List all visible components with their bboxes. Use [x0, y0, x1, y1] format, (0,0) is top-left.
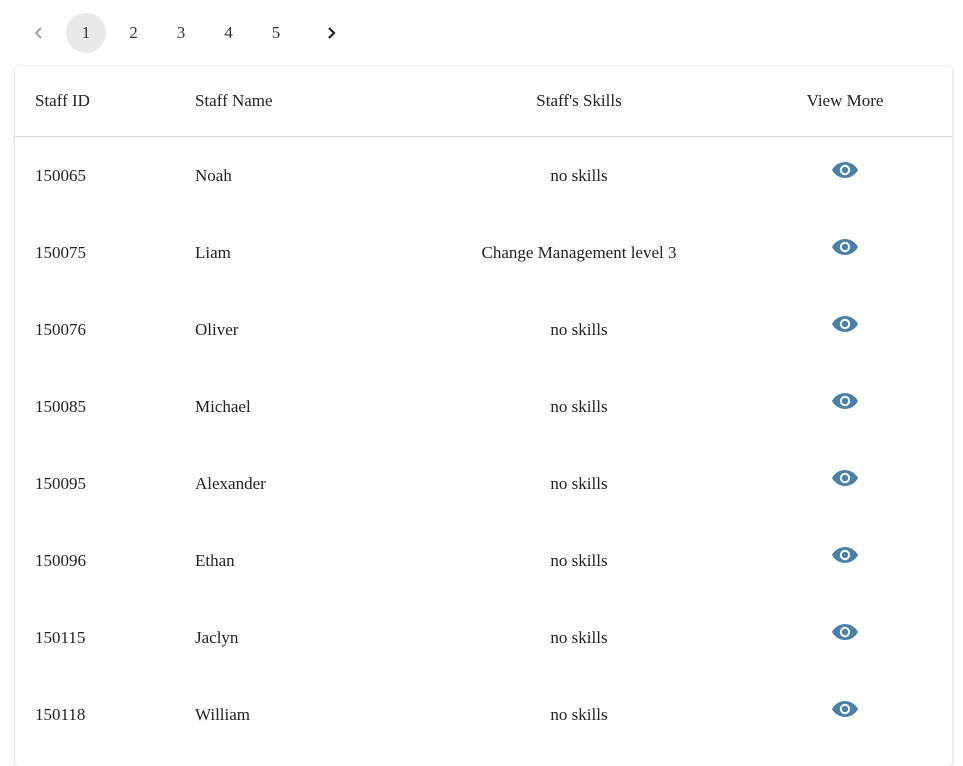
view-more-cell [738, 522, 952, 599]
view-more-header: View More [738, 66, 952, 137]
view-more-cell [738, 137, 952, 215]
view-more-button[interactable] [831, 314, 859, 334]
eye-icon [832, 316, 858, 332]
staff-skills-cell: no skills [550, 550, 608, 570]
view-more-button[interactable] [831, 237, 859, 257]
view-more-cell [738, 445, 952, 522]
next-page-button[interactable] [314, 13, 348, 53]
table-row: 150115 Jaclyn no skills [15, 599, 952, 676]
page-button-3[interactable]: 3 [161, 13, 201, 53]
eye-icon [832, 239, 858, 255]
staff-skills-cell: no skills [550, 473, 608, 493]
staff-skills-cell: no skills [550, 396, 608, 416]
eye-icon [832, 624, 858, 640]
eye-icon [832, 470, 858, 486]
view-more-cell [738, 676, 952, 753]
page-button-2[interactable]: 2 [114, 13, 154, 53]
staff-name-cell: Alexander [195, 473, 266, 493]
staff-id-header: Staff ID [15, 66, 195, 137]
staff-name-cell: Liam [195, 242, 231, 262]
pagination: 1 2 3 4 5 [22, 13, 348, 53]
staff-name-cell: Michael [195, 396, 251, 416]
staff-id-cell: 150076 [35, 319, 86, 339]
chevron-right-icon [327, 27, 336, 39]
staff-id-cell: 150115 [35, 627, 86, 647]
page-button-5[interactable]: 5 [256, 13, 296, 53]
staff-name-cell: Oliver [195, 319, 239, 339]
prev-page-button[interactable] [22, 13, 56, 53]
staff-id-cell: 150118 [35, 704, 86, 724]
staff-id-cell: 150075 [35, 242, 86, 262]
table-row: 150085 Michael no skills [15, 368, 952, 445]
eye-icon [832, 701, 858, 717]
table-row: 150096 Ethan no skills [15, 522, 952, 599]
staff-name-header: Staff Name [195, 66, 420, 137]
view-more-button[interactable] [831, 545, 859, 565]
table-header-row: Staff ID Staff Name Staff's Skills View … [15, 66, 952, 137]
eye-icon [832, 547, 858, 563]
staff-skills-cell: no skills [550, 319, 608, 339]
staff-name-cell: Jaclyn [195, 627, 239, 647]
view-more-cell [738, 368, 952, 445]
page-button-1[interactable]: 1 [66, 13, 106, 53]
view-more-button[interactable] [831, 699, 859, 719]
staff-id-cell: 150065 [35, 165, 86, 185]
staff-id-cell: 150096 [35, 550, 86, 570]
table-row: 150075 Liam Change Management level 3 [15, 214, 952, 291]
staff-skills-cell: Change Management level 3 [481, 242, 677, 262]
staff-id-cell: 150085 [35, 396, 86, 416]
staff-skills-cell: no skills [550, 627, 608, 647]
page-button-4[interactable]: 4 [209, 13, 249, 53]
staff-table-card: Staff ID Staff Name Staff's Skills View … [15, 66, 952, 766]
eye-icon [832, 162, 858, 178]
staff-name-cell: William [195, 704, 251, 724]
view-more-cell [738, 214, 952, 291]
eye-icon [832, 393, 858, 409]
chevron-left-icon [34, 27, 42, 39]
table-row: 150065 Noah no skills [15, 137, 952, 215]
skills-header: Staff's Skills [420, 66, 738, 137]
view-more-cell [738, 291, 952, 368]
staff-skills-cell: no skills [550, 704, 608, 724]
view-more-button[interactable] [831, 160, 859, 180]
staff-name-cell: Ethan [195, 550, 235, 570]
table-row: 150076 Oliver no skills [15, 291, 952, 368]
view-more-button[interactable] [831, 468, 859, 488]
staff-table: Staff ID Staff Name Staff's Skills View … [15, 66, 952, 753]
table-row: 150118 William no skills [15, 676, 952, 753]
view-more-button[interactable] [831, 391, 859, 411]
table-row: 150095 Alexander no skills [15, 445, 952, 522]
staff-name-cell: Noah [195, 165, 232, 185]
view-more-button[interactable] [831, 622, 859, 642]
staff-skills-cell: no skills [550, 165, 608, 185]
view-more-cell [738, 599, 952, 676]
staff-id-cell: 150095 [35, 473, 86, 493]
